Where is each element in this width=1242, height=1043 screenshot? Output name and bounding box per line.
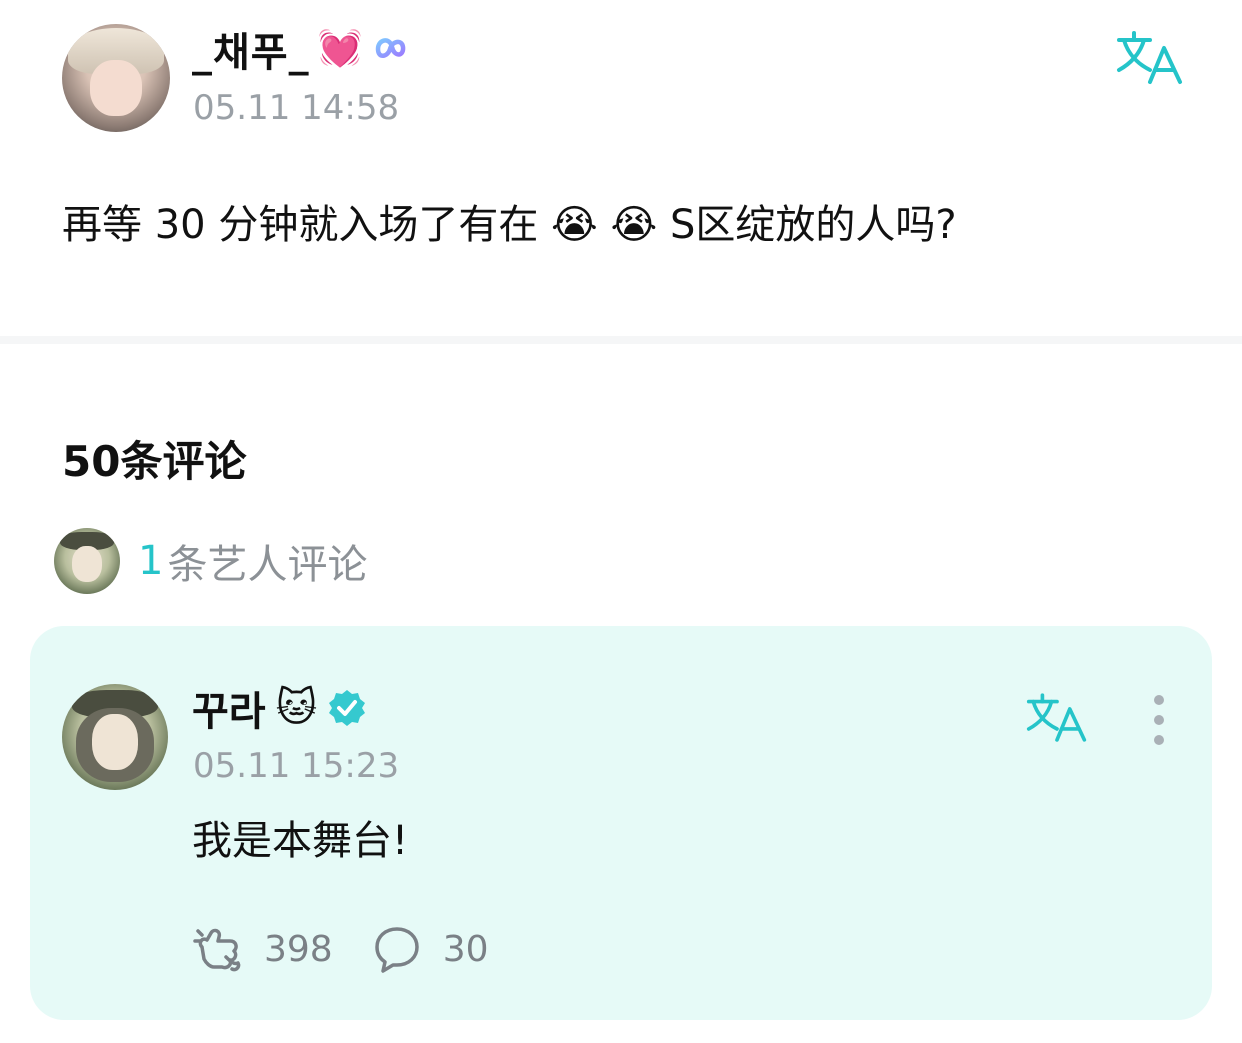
comment-author-name[interactable]: 꾸라 bbox=[192, 679, 266, 737]
post-body-text: 再等 30 分钟就入场了有在 bbox=[62, 202, 539, 248]
author-name-row: _채푸_ 💓 bbox=[192, 22, 410, 76]
comment-timestamp: 05.11 15:23 bbox=[193, 746, 400, 786]
post-body-text: S区绽放的人吗? bbox=[669, 202, 957, 248]
author-name[interactable]: _채푸_ bbox=[192, 20, 310, 78]
comments-count-heading: 50条评论 bbox=[62, 437, 247, 486]
like-icon[interactable] bbox=[192, 923, 244, 975]
author-avatar[interactable] bbox=[62, 24, 170, 132]
artist-comments-filter[interactable]: 1 条艺人评论 bbox=[54, 528, 367, 594]
post-body: 再等 30 分钟就入场了有在 😭 😭 S区绽放的人吗? bbox=[62, 192, 957, 250]
infinity-badge-icon bbox=[376, 38, 406, 58]
comment-author-emoji: 🐱 bbox=[275, 685, 318, 731]
post-detail-page: _채푸_ 💓 05.11 14:58 再等 30 分钟就入场了有在 😭 😭 S区… bbox=[0, 0, 1242, 1043]
section-divider bbox=[0, 336, 1242, 344]
comment-actions: 398 30 bbox=[192, 922, 489, 976]
artist-comment-card: 꾸라 🐱 05.11 15:23 我是本舞台! 398 30 bbox=[30, 626, 1212, 1020]
more-vertical-icon[interactable] bbox=[1148, 694, 1170, 746]
artist-avatar bbox=[54, 528, 120, 594]
translate-icon[interactable] bbox=[1116, 30, 1184, 86]
post-timestamp: 05.11 14:58 bbox=[193, 88, 400, 128]
author-emoji: 💓 bbox=[317, 28, 363, 69]
comment-author-avatar[interactable] bbox=[62, 684, 168, 790]
translate-icon[interactable] bbox=[1026, 692, 1088, 744]
crying-emoji: 😭 bbox=[610, 202, 658, 248]
artist-comment-label: 条艺人评论 bbox=[167, 542, 368, 588]
reply-count: 30 bbox=[442, 928, 489, 970]
comment-text: 我是本舞台! bbox=[192, 818, 409, 864]
comment-author-row: 꾸라 🐱 bbox=[192, 679, 367, 737]
crying-emoji: 😭 bbox=[551, 202, 598, 248]
like-count: 398 bbox=[264, 928, 333, 970]
reply-bubble-icon[interactable] bbox=[371, 923, 423, 975]
verified-check-icon bbox=[329, 690, 366, 726]
artist-comment-count: 1 bbox=[138, 538, 164, 584]
